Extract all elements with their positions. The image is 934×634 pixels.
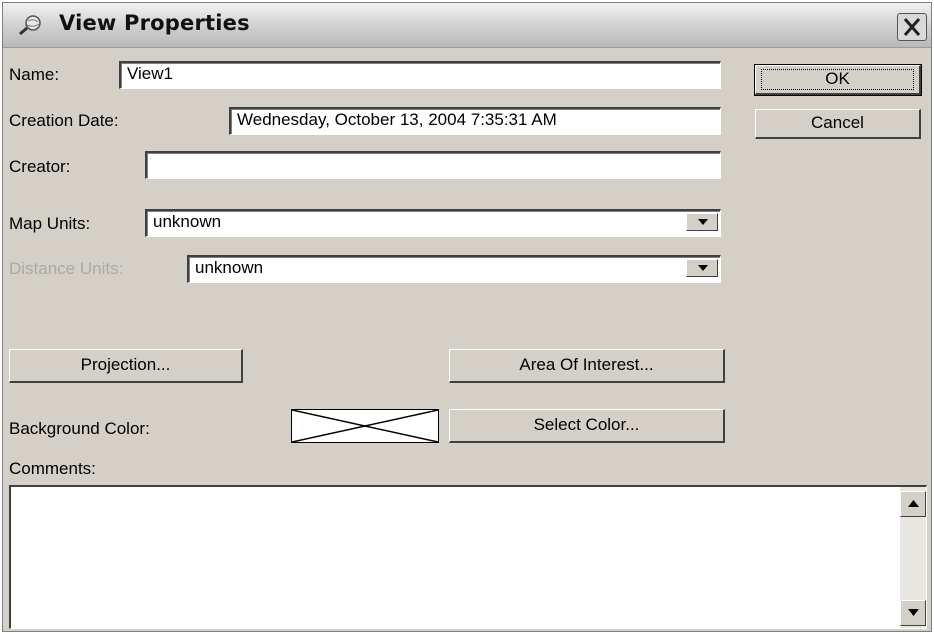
map-units-label: Map Units: [9,214,91,233]
creator-field[interactable] [145,151,721,179]
chevron-down-icon [698,265,708,271]
area-of-interest-button[interactable]: Area Of Interest... [449,349,725,383]
creator-label: Creator: [9,157,71,176]
background-color-swatch [291,409,439,443]
chevron-up-icon [908,500,919,507]
cancel-button-label: Cancel [811,113,864,132]
close-icon [903,18,921,36]
ok-button-label: OK [825,69,850,88]
map-units-value: unknown [153,212,222,231]
view-properties-dialog: View Properties Name: View1 Creation Dat… [2,2,932,632]
title-bar[interactable]: View Properties [3,3,931,48]
select-color-button[interactable]: Select Color... [449,409,725,443]
distance-units-select: unknown [187,255,721,283]
dialog-title: View Properties [59,11,250,35]
creation-date-label: Creation Date: [9,111,119,130]
distance-units-dropdown-button [686,259,718,277]
creation-date-field: Wednesday, October 13, 2004 7:35:31 AM [229,107,721,135]
close-button[interactable] [897,13,927,41]
projection-button[interactable]: Projection... [9,349,243,383]
map-units-select[interactable]: unknown [145,209,721,237]
no-color-icon [292,410,438,442]
comments-textarea[interactable] [9,485,927,629]
distance-units-label: Distance Units: [9,259,124,278]
scroll-down-button[interactable] [900,600,926,626]
distance-units-value: unknown [195,258,264,277]
magnifier-globe-icon [19,15,41,36]
comments-scrollbar[interactable] [900,487,926,628]
cancel-button[interactable]: Cancel [755,109,921,139]
select-color-button-label: Select Color... [533,415,640,434]
name-label: Name: [9,65,60,84]
ok-button[interactable]: OK [754,64,922,96]
comments-label: Comments: [9,459,96,478]
projection-button-label: Projection... [80,355,171,374]
scroll-up-button[interactable] [900,491,926,517]
background-color-label: Background Color: [9,419,150,438]
chevron-down-icon [908,609,919,616]
area-of-interest-button-label: Area Of Interest... [519,355,654,374]
name-field[interactable]: View1 [119,61,721,89]
chevron-down-icon [698,219,708,225]
map-units-dropdown-button[interactable] [686,213,718,231]
